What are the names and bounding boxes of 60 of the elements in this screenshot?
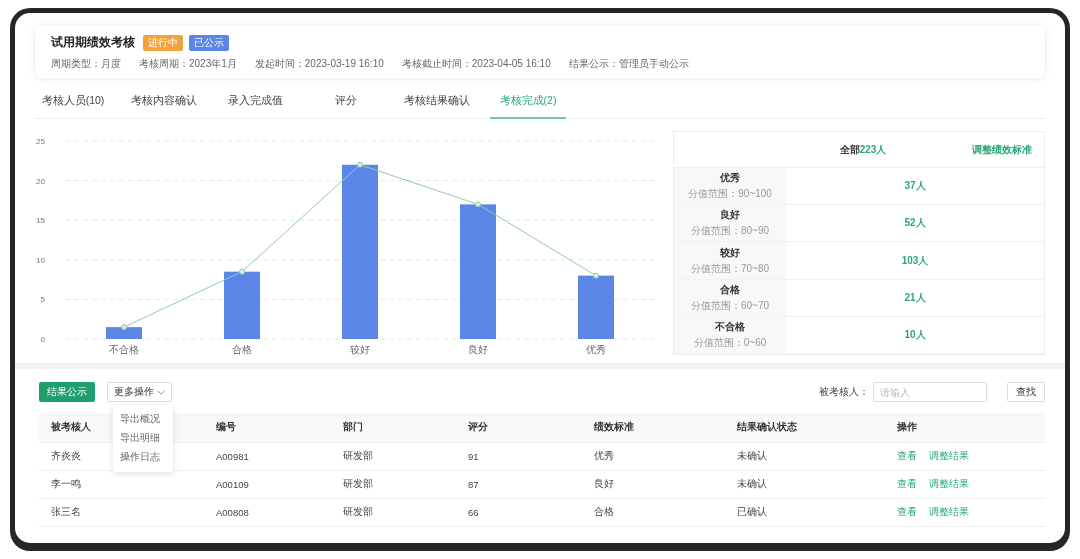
- level-count: 52人: [904, 216, 926, 231]
- meta-text: 发起时间：2023-03-19 16:10: [254, 57, 384, 71]
- table-cell: 良好: [582, 471, 725, 499]
- column-header: 绩效标准: [582, 413, 725, 443]
- level-count: 10人: [904, 327, 926, 342]
- level-name: 优秀: [720, 171, 740, 186]
- table-cell: A00981: [204, 443, 331, 471]
- table-cell: 未确认: [725, 471, 885, 499]
- column-header: 编号: [204, 413, 331, 443]
- column-header: 部门: [331, 413, 456, 443]
- axis-category-label: 合格: [232, 344, 252, 355]
- axis-tick-label: 25: [36, 137, 45, 146]
- table-cell: 优秀: [582, 443, 725, 471]
- total-count: 223人: [859, 143, 887, 155]
- table-cell: 李一鸣: [39, 471, 204, 499]
- level-name: 合格: [720, 282, 740, 297]
- table-cell: 合格: [582, 499, 725, 527]
- table-cell: 87: [456, 471, 582, 499]
- axis-tick-label: 10: [36, 255, 45, 265]
- score-range: 分值范围：60~70: [690, 298, 770, 313]
- score-range: 分值范围：80~90: [690, 224, 770, 239]
- axis-category-label: 良好: [468, 344, 488, 355]
- status-tag: 已公示: [189, 34, 229, 51]
- table-cell: A00109: [204, 471, 331, 499]
- axis-tick-label: 5: [40, 295, 45, 305]
- score-range: 分值范围：70~80: [690, 261, 770, 276]
- table-cell: 66: [456, 499, 582, 527]
- meta-text: 周期类型：月度: [51, 57, 121, 71]
- level-count: 37人: [904, 179, 926, 194]
- table-cell: 研发部: [331, 499, 456, 527]
- table-cell: 张三名: [39, 499, 204, 527]
- meta-text: 考核周期：2023年1月: [139, 57, 237, 71]
- table-cell: 研发部: [331, 443, 456, 471]
- table-cell: 已确认: [725, 499, 885, 527]
- table-cell: 研发部: [331, 471, 456, 499]
- level-name: 较好: [720, 245, 740, 260]
- axis-tick-label: 0: [40, 335, 45, 344]
- status-tag: 进行中: [143, 34, 183, 51]
- axis-tick-label: 15: [36, 216, 45, 226]
- search-label: 被考核人：: [819, 385, 869, 399]
- column-header: 操作: [885, 413, 1045, 443]
- axis-tick-label: 20: [36, 176, 45, 186]
- meta-text: 结果公示：管理员手动公示: [568, 57, 689, 71]
- level-name: 良好: [720, 208, 740, 223]
- score-range: 分值范围：90~100: [688, 187, 772, 202]
- score-range: 分值范围：0~60: [693, 335, 767, 350]
- level-name: 不合格: [715, 319, 745, 334]
- total-label: 全部: [839, 143, 860, 155]
- axis-category-label: 优秀: [586, 344, 606, 355]
- table-cell: 未确认: [725, 443, 885, 471]
- axis-category-label: 不合格: [109, 344, 139, 355]
- meta-text: 考核截止时间：2023-04-05 16:10: [401, 57, 551, 71]
- level-count: 21人: [904, 290, 926, 305]
- level-count: 103人: [901, 253, 929, 268]
- table-cell: 91: [456, 443, 582, 471]
- page-title: 试用期绩效考核: [51, 34, 135, 51]
- axis-category-label: 较好: [350, 344, 370, 355]
- column-header: 结果确认状态: [725, 413, 885, 443]
- table-cell: A00808: [204, 499, 331, 527]
- column-header: 评分: [456, 413, 582, 443]
